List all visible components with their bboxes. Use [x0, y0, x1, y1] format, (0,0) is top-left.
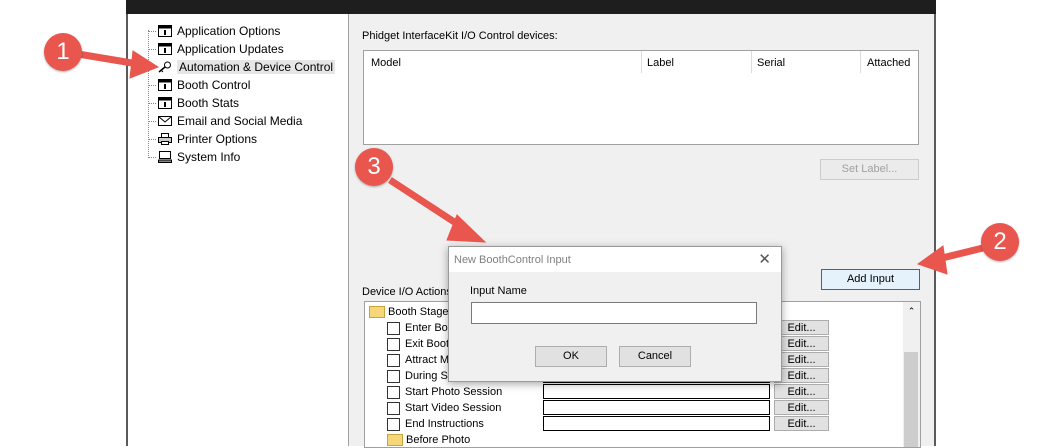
annotation-badge-3: 3 — [355, 148, 393, 186]
arrow-1-head — [129, 50, 160, 79]
annotation-arrows — [77, 50, 988, 275]
arrow-2-head — [916, 245, 948, 275]
arrow-2-shaft — [937, 243, 988, 263]
arrow-1-shaft — [77, 50, 139, 68]
arrow-3-shaft — [388, 177, 467, 232]
annotation-badge-1: 1 — [44, 33, 82, 71]
annotation-badge-2: 2 — [981, 223, 1019, 261]
